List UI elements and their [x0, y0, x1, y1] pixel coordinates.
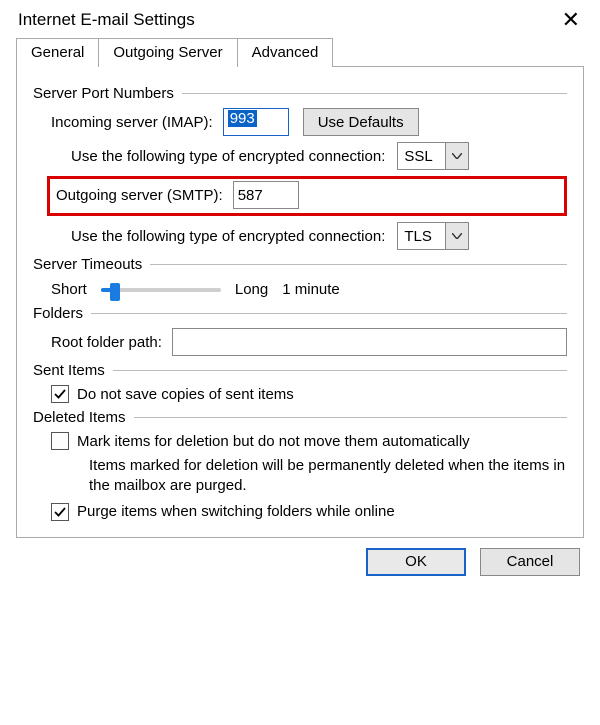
tab-outgoing-server[interactable]: Outgoing Server	[98, 38, 237, 67]
ok-button[interactable]: OK	[366, 548, 466, 576]
deletion-note: Items marked for deletion will be perman…	[89, 456, 567, 497]
group-server-port-numbers: Server Port Numbers	[33, 85, 182, 102]
purge-checkbox[interactable]: Purge items when switching folders while…	[51, 503, 567, 521]
tab-advanced[interactable]: Advanced	[237, 38, 334, 67]
timeout-short-label: Short	[51, 281, 87, 298]
group-deleted-items: Deleted Items	[33, 409, 134, 426]
incoming-encryption-label: Use the following type of encrypted conn…	[71, 148, 385, 165]
mark-for-deletion-label: Mark items for deletion but do not move …	[77, 433, 470, 450]
outgoing-encryption-label: Use the following type of encrypted conn…	[71, 228, 385, 245]
outgoing-server-label: Outgoing server (SMTP):	[56, 187, 223, 204]
tab-general[interactable]: General	[16, 38, 99, 67]
timeout-long-label: Long	[235, 281, 268, 298]
timeout-slider[interactable]	[101, 279, 221, 299]
group-sent-items: Sent Items	[33, 362, 113, 379]
incoming-port-input[interactable]: 993	[223, 108, 289, 136]
dont-save-sent-checkbox[interactable]: Do not save copies of sent items	[51, 385, 567, 403]
mark-for-deletion-checkbox[interactable]: Mark items for deletion but do not move …	[51, 432, 567, 450]
purge-label: Purge items when switching folders while…	[77, 503, 395, 520]
root-folder-label: Root folder path:	[51, 334, 162, 351]
timeout-value: 1 minute	[282, 281, 340, 298]
chevron-down-icon	[445, 143, 468, 169]
incoming-server-label: Incoming server (IMAP):	[51, 114, 213, 131]
chevron-down-icon	[445, 223, 468, 249]
outgoing-port-highlight: Outgoing server (SMTP):	[47, 176, 567, 216]
cancel-button[interactable]: Cancel	[480, 548, 580, 576]
tab-strip: General Outgoing Server Advanced	[16, 38, 584, 67]
root-folder-input[interactable]	[172, 328, 567, 356]
close-icon[interactable]: ✕	[556, 10, 586, 30]
use-defaults-button[interactable]: Use Defaults	[303, 108, 419, 136]
window-title: Internet E-mail Settings	[18, 10, 195, 30]
incoming-encryption-select[interactable]: SSL	[397, 142, 469, 170]
outgoing-encryption-select[interactable]: TLS	[397, 222, 469, 250]
dont-save-sent-label: Do not save copies of sent items	[77, 386, 294, 403]
tab-panel-advanced: Server Port Numbers Incoming server (IMA…	[16, 66, 584, 538]
group-server-timeouts: Server Timeouts	[33, 256, 150, 273]
outgoing-port-input[interactable]	[233, 181, 299, 209]
group-folders: Folders	[33, 305, 91, 322]
